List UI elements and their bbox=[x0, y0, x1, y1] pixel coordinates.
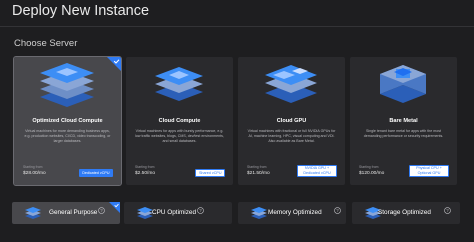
cloud-gpu-icon bbox=[265, 65, 317, 103]
server-card-optimized-cloud-compute[interactable]: Optimized Cloud Compute Virtual machines… bbox=[13, 56, 122, 186]
tab-label: Storage Optimized bbox=[378, 209, 431, 216]
price-label: Starting from bbox=[247, 165, 267, 169]
svg-text:?: ? bbox=[446, 208, 449, 213]
tab-cpu-optimized[interactable]: CPU Optimized ? bbox=[124, 202, 232, 224]
cloud-compute-icon bbox=[155, 67, 203, 101]
help-icon[interactable]: ? bbox=[197, 207, 204, 214]
help-icon[interactable]: ? bbox=[444, 207, 451, 214]
tab-label: Memory Optimized bbox=[268, 209, 322, 216]
server-card-name: Optimized Cloud Compute bbox=[32, 118, 103, 124]
tab-memory-optimized[interactable]: Memory Optimized ? bbox=[238, 202, 346, 224]
server-card-name: Cloud Compute bbox=[158, 118, 201, 124]
help-icon[interactable]: ? bbox=[98, 207, 105, 214]
layers-icon bbox=[251, 207, 267, 219]
server-card-name: Cloud GPU bbox=[276, 118, 307, 124]
tab-label: General Purpose bbox=[49, 209, 98, 216]
price-label: Starting from bbox=[135, 165, 155, 169]
tab-label: CPU Optimized bbox=[152, 209, 197, 216]
price-label: Starting from bbox=[359, 165, 379, 169]
server-card-bare-metal[interactable]: Bare Metal Single tenant bare metal for … bbox=[350, 57, 457, 185]
tab-general-purpose[interactable]: General Purpose ? bbox=[12, 202, 120, 224]
server-card-description: Virtual machines with fractional or full… bbox=[247, 129, 336, 143]
server-card-description: Virtual machines for more demanding busi… bbox=[24, 129, 111, 143]
server-card-description: Single tenant bare metal for apps with t… bbox=[363, 129, 444, 138]
svg-text:?: ? bbox=[199, 208, 202, 213]
price-value: $28.00/mo bbox=[23, 171, 46, 176]
selected-check-icon bbox=[109, 202, 120, 213]
server-card-name: Bare Metal bbox=[389, 118, 418, 124]
bare-metal-icon bbox=[380, 65, 426, 103]
tab-storage-optimized[interactable]: Storage Optimized ? bbox=[352, 202, 460, 224]
section-title: Choose Server bbox=[14, 38, 78, 49]
optimized-cloud-compute-icon bbox=[40, 63, 94, 107]
cpu-type-badge: Shared vCPU bbox=[195, 169, 225, 177]
price-value: $2.50/mo bbox=[135, 171, 156, 176]
price-value: $21.50/mo bbox=[247, 171, 270, 176]
cpu-type-badge: NVIDIA GPU + Dedicated vCPU bbox=[297, 164, 337, 177]
cpu-type-badge: Physical CPU + Optional GPU bbox=[409, 164, 449, 177]
server-card-cloud-compute[interactable]: Cloud Compute Virtual machines for apps … bbox=[126, 57, 233, 185]
server-card-cloud-gpu[interactable]: Cloud GPU Virtual machines with fraction… bbox=[238, 57, 345, 185]
svg-text:?: ? bbox=[100, 208, 103, 213]
price-label: Starting from bbox=[23, 165, 43, 169]
help-icon[interactable]: ? bbox=[334, 207, 341, 214]
svg-text:?: ? bbox=[336, 208, 339, 213]
price-value: $120.00/mo bbox=[359, 171, 385, 176]
layers-icon bbox=[25, 207, 41, 219]
cpu-type-badge: Dedicated vCPU bbox=[78, 169, 113, 177]
header-divider bbox=[0, 26, 474, 27]
server-card-description: Virtual machines for apps with bursty pe… bbox=[135, 129, 224, 143]
page-title: Deploy New Instance bbox=[12, 3, 150, 19]
